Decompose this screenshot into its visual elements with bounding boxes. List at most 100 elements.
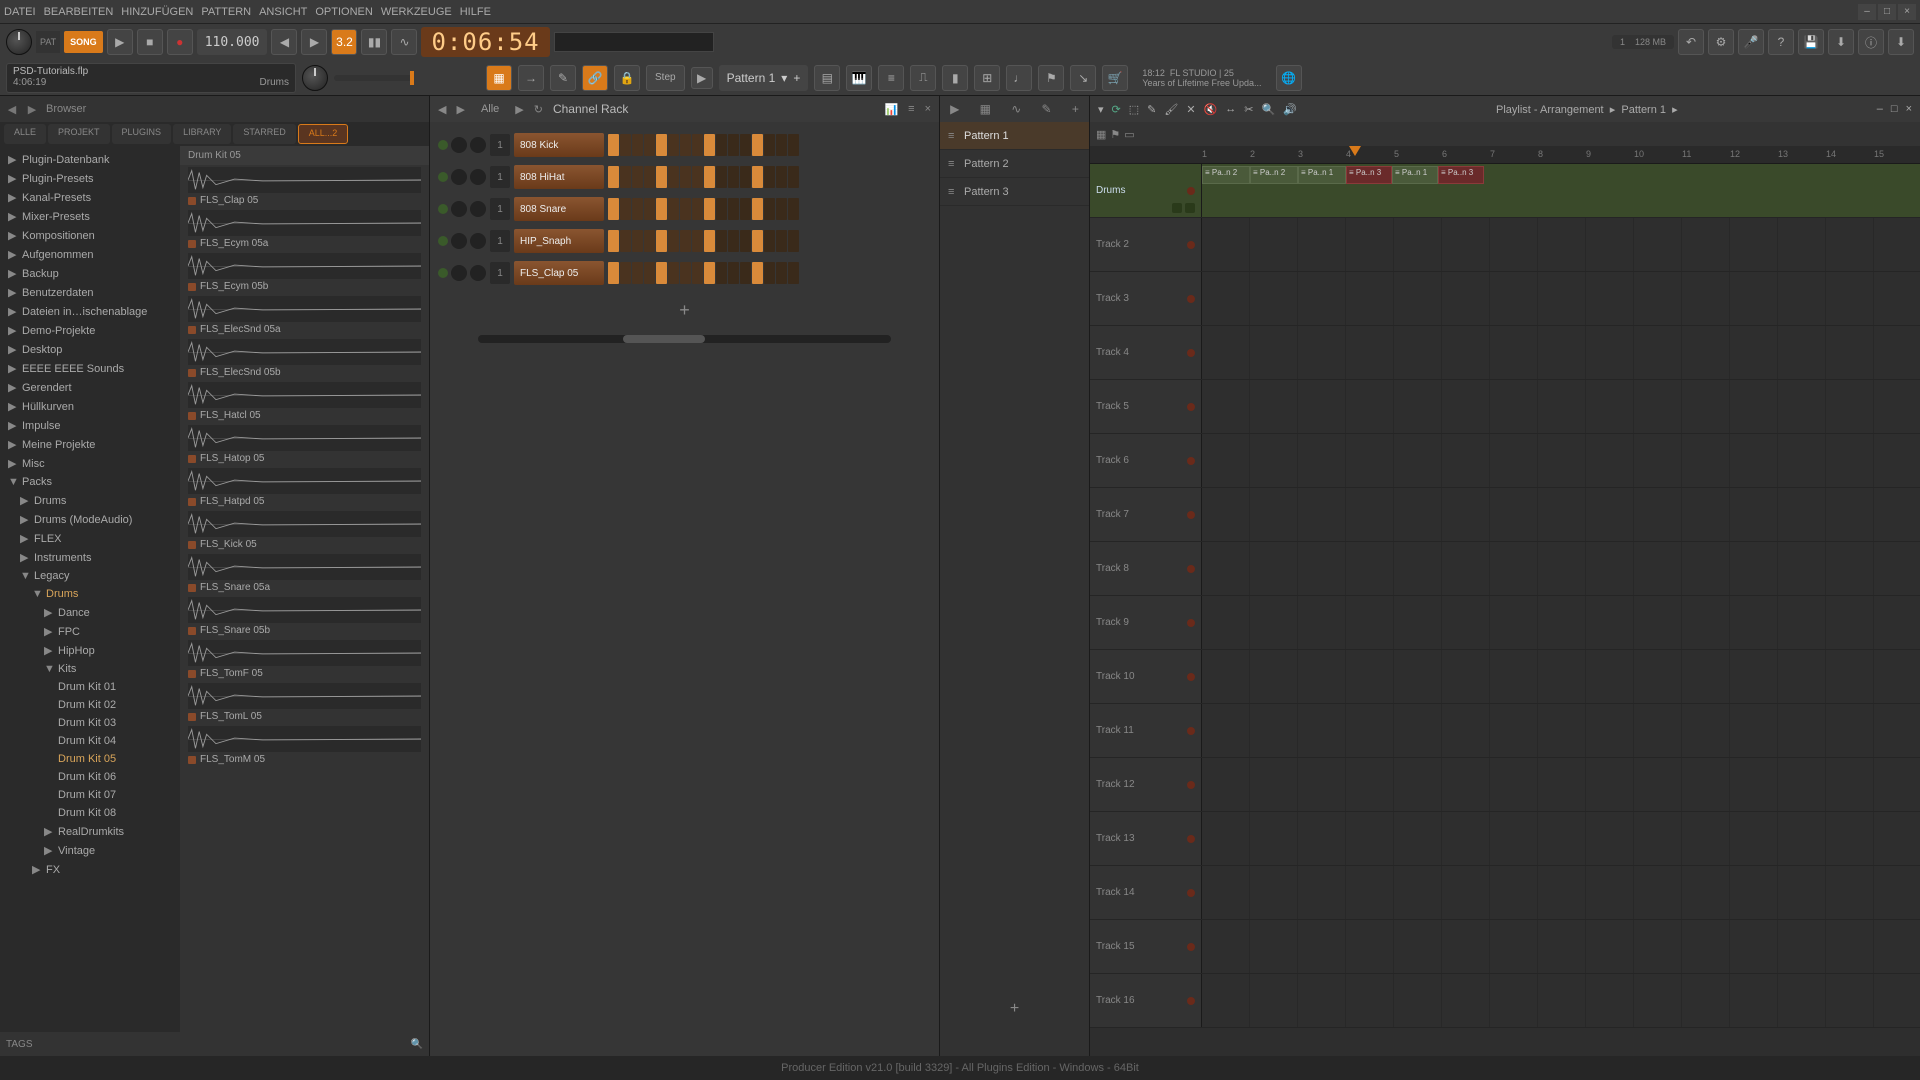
tree-expand-icon[interactable]: ▼ bbox=[44, 663, 54, 675]
channel-mute-led[interactable] bbox=[438, 204, 448, 214]
track-lane[interactable] bbox=[1202, 596, 1920, 649]
step-cell[interactable] bbox=[716, 262, 727, 284]
tree-expand-icon[interactable]: ▶ bbox=[44, 644, 54, 657]
tree-item[interactable]: ▶Meine Projekte bbox=[4, 435, 176, 454]
sample-item[interactable]: FLS_Snare 05a bbox=[180, 552, 429, 595]
undo-button[interactable]: ↶ bbox=[1678, 29, 1704, 55]
step-play-icon[interactable]: ▶ bbox=[691, 67, 713, 89]
track-lane[interactable] bbox=[1202, 488, 1920, 541]
misc-button-1[interactable]: ⚑ bbox=[1038, 65, 1064, 91]
rack-scroll-bar[interactable] bbox=[478, 335, 891, 343]
tree-item[interactable]: ▶Aufgenommen bbox=[4, 245, 176, 264]
tree-item[interactable]: ▶Kanal-Presets bbox=[4, 188, 176, 207]
track-mute-led[interactable] bbox=[1187, 187, 1195, 195]
pl-tool-slice-icon[interactable]: ✂ bbox=[1244, 103, 1253, 116]
sample-item[interactable]: FLS_ElecSnd 05a bbox=[180, 294, 429, 337]
browser-sample-list[interactable]: Drum Kit 05 FLS_Clap 05FLS_Ecym 05aFLS_E… bbox=[180, 146, 429, 1032]
help-button[interactable]: ? bbox=[1768, 29, 1794, 55]
pl-snap-icon[interactable]: ▦ bbox=[1096, 128, 1106, 141]
view-playlist-button[interactable]: ▤ bbox=[814, 65, 840, 91]
channel-name-button[interactable]: 808 Snare bbox=[514, 197, 604, 221]
wait-input-button[interactable]: ∿ bbox=[391, 29, 417, 55]
browser-tree[interactable]: ▶Plugin-Datenbank▶Plugin-Presets▶Kanal-P… bbox=[0, 146, 180, 1032]
track-opt-icon[interactable] bbox=[1185, 203, 1195, 213]
browser-fwd-icon[interactable]: ▶ bbox=[26, 103, 38, 116]
rack-close-icon[interactable]: × bbox=[925, 103, 931, 115]
tree-item[interactable]: Drum Kit 02 bbox=[4, 696, 176, 714]
step-cell[interactable] bbox=[620, 166, 631, 188]
track-mute-led[interactable] bbox=[1187, 619, 1195, 627]
step-cell[interactable] bbox=[728, 166, 739, 188]
tree-expand-icon[interactable]: ▼ bbox=[8, 476, 18, 488]
step-cell[interactable] bbox=[764, 230, 775, 252]
track-lane[interactable] bbox=[1202, 704, 1920, 757]
window-max-icon[interactable]: □ bbox=[1878, 4, 1896, 20]
tree-expand-icon[interactable]: ▶ bbox=[8, 324, 18, 337]
channel-name-button[interactable]: HIP_Snaph bbox=[514, 229, 604, 253]
menu-bearbeiten[interactable]: BEARBEITEN bbox=[44, 6, 114, 18]
pattern-row[interactable]: ≡Pattern 3 bbox=[940, 178, 1089, 206]
step-cell[interactable] bbox=[704, 134, 715, 156]
tree-item[interactable]: ▶FLEX bbox=[4, 529, 176, 548]
tree-item[interactable]: Drum Kit 03 bbox=[4, 714, 176, 732]
view-channelrack-button[interactable]: ≡ bbox=[878, 65, 904, 91]
step-cell[interactable] bbox=[716, 166, 727, 188]
step-cell[interactable] bbox=[776, 134, 787, 156]
song-mode-button[interactable]: SONG bbox=[64, 31, 103, 53]
sample-item[interactable]: FLS_Ecym 05a bbox=[180, 208, 429, 251]
step-cell[interactable] bbox=[656, 166, 667, 188]
step-cell[interactable] bbox=[752, 166, 763, 188]
step-cell[interactable] bbox=[608, 134, 619, 156]
step-cell[interactable] bbox=[740, 134, 751, 156]
menu-pattern[interactable]: PATTERN bbox=[201, 6, 251, 18]
playlist-clip[interactable]: ≡ Pa..n 3 bbox=[1346, 166, 1392, 184]
step-cell[interactable] bbox=[716, 134, 727, 156]
track-mute-led[interactable] bbox=[1187, 781, 1195, 789]
rack-next-icon[interactable]: ▶ bbox=[456, 103, 464, 116]
tree-expand-icon[interactable]: ▶ bbox=[8, 191, 18, 204]
track-mute-led[interactable] bbox=[1187, 241, 1195, 249]
menu-hilfe[interactable]: HILFE bbox=[460, 6, 491, 18]
track-lane[interactable] bbox=[1202, 326, 1920, 379]
step-cell[interactable] bbox=[644, 166, 655, 188]
patpick-wave-icon[interactable]: ∿ bbox=[1011, 102, 1021, 116]
sample-item[interactable]: FLS_ElecSnd 05b bbox=[180, 337, 429, 380]
step-cell[interactable] bbox=[608, 166, 619, 188]
step-cell[interactable] bbox=[656, 230, 667, 252]
menu-hinzufuegen[interactable]: HINZUFÜGEN bbox=[121, 6, 193, 18]
track-header[interactable]: Track 15 bbox=[1090, 920, 1202, 973]
step-cell[interactable] bbox=[656, 134, 667, 156]
step-cell[interactable] bbox=[632, 198, 643, 220]
tree-expand-icon[interactable]: ▶ bbox=[8, 381, 18, 394]
tree-expand-icon[interactable]: ▶ bbox=[44, 625, 54, 638]
channel-vol-knob[interactable] bbox=[470, 201, 486, 217]
step-cell[interactable] bbox=[668, 230, 679, 252]
pattern-row[interactable]: ≡Pattern 1 bbox=[940, 122, 1089, 150]
track-header[interactable]: Track 8 bbox=[1090, 542, 1202, 595]
play-button[interactable]: ▶ bbox=[107, 29, 133, 55]
tree-item[interactable]: ▶RealDrumkits bbox=[4, 822, 176, 841]
tree-item[interactable]: Drum Kit 08 bbox=[4, 804, 176, 822]
step-cell[interactable] bbox=[728, 262, 739, 284]
step-cell[interactable] bbox=[788, 198, 799, 220]
tree-expand-icon[interactable]: ▼ bbox=[20, 570, 30, 582]
step-cell[interactable] bbox=[680, 198, 691, 220]
playlist-body[interactable]: Drums≡ Pa..n 2≡ Pa..n 2≡ Pa..n 1≡ Pa..n … bbox=[1090, 164, 1920, 1056]
save-button[interactable]: 💾 bbox=[1798, 29, 1824, 55]
step-cell[interactable] bbox=[608, 198, 619, 220]
master-pitch-slider[interactable] bbox=[334, 75, 414, 81]
sample-item[interactable]: FLS_Kick 05 bbox=[180, 509, 429, 552]
step-cell[interactable] bbox=[764, 166, 775, 188]
track-header[interactable]: Track 10 bbox=[1090, 650, 1202, 703]
plugin-picker-button[interactable]: ⊞ bbox=[974, 65, 1000, 91]
rack-filter-label[interactable]: Alle bbox=[475, 103, 505, 115]
step-cell[interactable] bbox=[644, 230, 655, 252]
tree-item[interactable]: ▶Plugin-Presets bbox=[4, 169, 176, 188]
pl-tool-mute-icon[interactable]: 🔇 bbox=[1204, 103, 1218, 116]
step-cell[interactable] bbox=[668, 166, 679, 188]
track-mute-led[interactable] bbox=[1187, 673, 1195, 681]
sample-item[interactable]: FLS_Ecym 05b bbox=[180, 251, 429, 294]
tree-expand-icon[interactable]: ▶ bbox=[8, 419, 18, 432]
track-lane[interactable] bbox=[1202, 866, 1920, 919]
channel-vol-knob[interactable] bbox=[470, 137, 486, 153]
